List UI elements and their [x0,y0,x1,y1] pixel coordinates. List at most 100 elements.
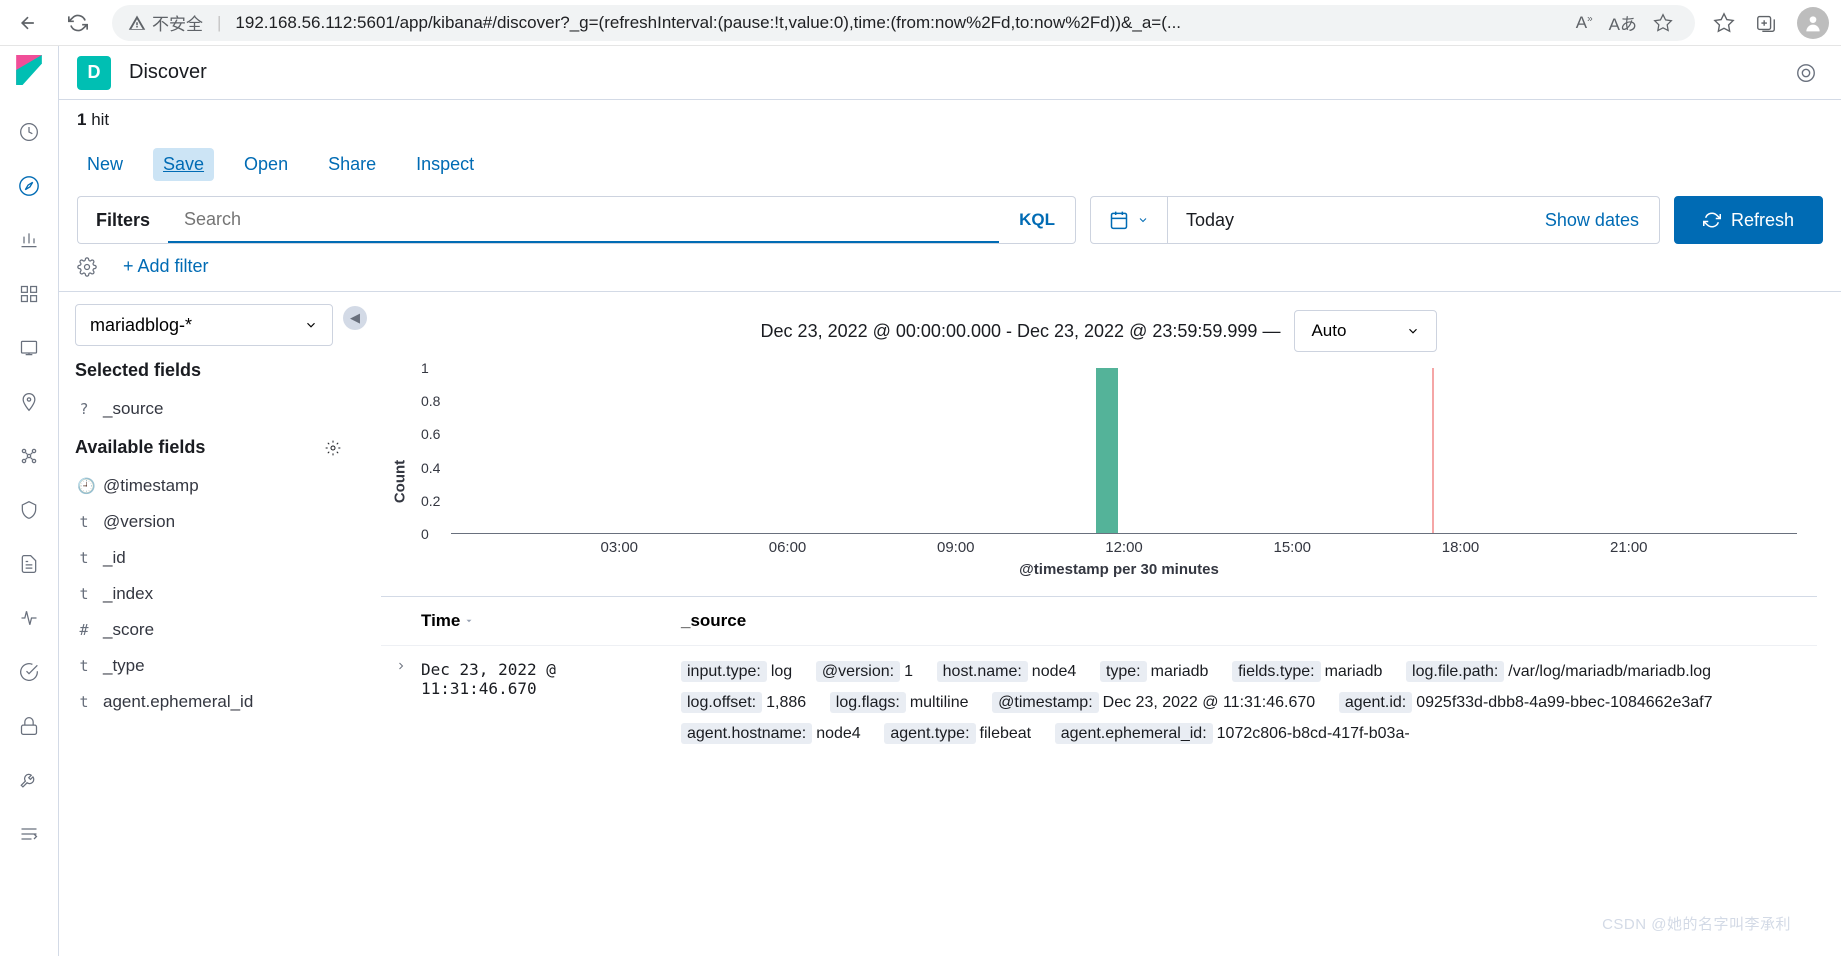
y-tick: 0 [421,526,429,542]
toolbar: New Save Open Share Inspect [59,140,1841,188]
available-fields-header: Available fields [75,437,341,458]
read-aloud-icon[interactable]: A» [1576,13,1593,33]
infra-icon[interactable] [15,496,43,524]
field-type-icon: ? [77,400,91,418]
field-item[interactable]: #_score [75,612,341,648]
kql-toggle[interactable]: KQL [999,210,1075,230]
kv-value: 0925f33d-dbb8-4a99-bbec-1084662e3af7 [1416,694,1712,711]
hit-number: 1 [77,110,86,130]
histogram-chart[interactable]: Count 00.20.40.60.81 03:0006:0009:0012:0… [421,368,1817,578]
interval-value: Auto [1311,321,1346,341]
space-badge[interactable]: D [77,56,111,90]
hit-label: hit [91,110,109,130]
ml-icon[interactable] [15,442,43,470]
x-tick: 15:00 [1273,539,1311,556]
page-title: Discover [129,61,207,84]
field-name: _index [103,584,153,604]
kv-value: mariadb [1151,663,1209,680]
field-item[interactable]: t@version [75,504,341,540]
refresh-label: Refresh [1731,210,1794,231]
kv-value: Dec 23, 2022 @ 11:31:46.670 [1103,694,1316,711]
field-item[interactable]: 🕘@timestamp [75,468,341,504]
refresh-button[interactable]: Refresh [1674,196,1823,244]
inspect-button[interactable]: Inspect [406,148,484,181]
field-name: _source [103,399,163,419]
expand-row-icon[interactable] [381,656,421,749]
selected-fields-header: Selected fields [75,360,341,381]
x-tick: 18:00 [1442,539,1480,556]
date-picker[interactable]: Today Show dates [1090,196,1660,244]
index-pattern-select[interactable]: mariadblog-* [75,304,333,346]
translate-icon[interactable]: Aあ [1609,10,1637,35]
hit-count: 1 hit [59,100,1841,140]
column-time[interactable]: Time [421,611,681,631]
dashboard-icon[interactable] [15,280,43,308]
field-type-icon: t [77,549,91,567]
x-tick: 09:00 [937,539,975,556]
table-header: Time _source [381,596,1817,646]
calendar-icon[interactable] [1091,197,1168,243]
favorite-icon[interactable] [1653,13,1673,33]
chart-ylabel: Count [392,460,409,503]
maps-icon[interactable] [15,388,43,416]
visualize-icon[interactable] [15,226,43,254]
kv-key: host.name: [937,661,1028,682]
filters-button[interactable]: Filters [77,196,168,244]
back-button[interactable] [12,7,44,39]
field-name: _score [103,620,154,640]
profile-avatar[interactable] [1797,7,1829,39]
kibana-logo[interactable] [15,56,43,84]
open-button[interactable]: Open [234,148,298,181]
field-type-icon: t [77,657,91,675]
address-bar[interactable]: 不安全 | 192.168.56.112:5601/app/kibana#/di… [112,5,1695,41]
collapse-sidebar-icon[interactable]: ◀ [343,306,367,330]
apm-icon[interactable] [15,604,43,632]
filter-settings-icon[interactable] [77,257,97,277]
field-item[interactable]: t_id [75,540,341,576]
devtools-icon[interactable] [15,766,43,794]
logs-icon[interactable] [15,550,43,578]
add-filter-button[interactable]: + Add filter [123,256,209,277]
kv-key: agent.ephemeral_id: [1055,723,1213,744]
field-item[interactable]: ? _source [75,391,341,427]
x-tick: 03:00 [600,539,638,556]
favorites-icon[interactable] [1713,12,1735,34]
field-item[interactable]: t _type [75,648,341,684]
time-range-text: Dec 23, 2022 @ 00:00:00.000 - Dec 23, 20… [761,321,1281,342]
chart-bar[interactable] [1096,368,1118,533]
collapse-nav-icon[interactable] [15,820,43,848]
kv-key: agent.hostname: [681,723,812,744]
query-bar: Filters KQL Today Show dates Refresh [59,188,1841,252]
canvas-icon[interactable] [15,334,43,362]
newsfeed-icon[interactable] [1795,62,1817,84]
field-settings-icon[interactable] [325,440,341,456]
search-input[interactable] [168,197,999,243]
y-tick: 1 [421,360,429,376]
field-item[interactable]: tagent.ephemeral_id [75,684,341,720]
kv-key: type: [1100,661,1147,682]
field-item[interactable]: t _index [75,576,341,612]
collections-icon[interactable] [1755,12,1777,34]
x-tick: 06:00 [769,539,807,556]
field-name: agent.ephemeral_id [103,692,253,712]
field-name: _type [103,656,145,676]
kv-key: fields.type: [1232,661,1320,682]
share-button[interactable]: Share [318,148,386,181]
security-warning: 不安全 [128,10,203,35]
reload-button[interactable] [62,7,94,39]
row-time: Dec 23, 2022 @ 11:31:46.670 [421,656,681,749]
field-type-icon: t [77,585,91,603]
interval-select[interactable]: Auto [1294,310,1437,352]
show-dates-button[interactable]: Show dates [1525,210,1659,231]
y-tick: 0.8 [421,393,440,409]
y-tick: 0.2 [421,493,440,509]
kv-value: node4 [1032,663,1077,680]
new-button[interactable]: New [77,148,133,181]
recent-icon[interactable] [15,118,43,146]
discover-icon[interactable] [15,172,43,200]
save-button[interactable]: Save [153,148,214,181]
kv-value: multiline [910,694,969,711]
uptime-icon[interactable] [15,658,43,686]
column-source[interactable]: _source [681,611,746,631]
siem-icon[interactable] [15,712,43,740]
